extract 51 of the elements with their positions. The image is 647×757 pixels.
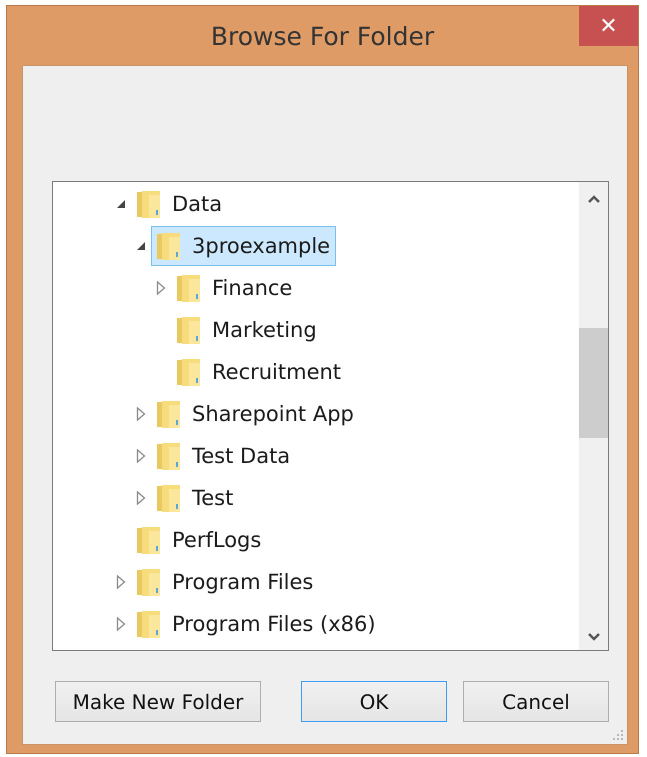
- folder-name: Recruitment: [212, 360, 342, 384]
- collapsed-arrow-icon[interactable]: [116, 575, 126, 589]
- folder-icon: [176, 315, 202, 345]
- folder-name: Program Files: [172, 570, 314, 594]
- tree-item[interactable]: PerfLogs: [131, 520, 268, 560]
- folder-icon: [136, 567, 162, 597]
- folder-name: 3proexample: [192, 234, 330, 258]
- resize-grip-icon[interactable]: [612, 729, 624, 741]
- collapsed-arrow-icon[interactable]: [116, 617, 126, 631]
- collapsed-arrow-icon[interactable]: [136, 491, 146, 505]
- dialog-button[interactable]: Make New Folder: [55, 681, 261, 722]
- tree-item[interactable]: 3proexample: [151, 226, 336, 266]
- tree-item[interactable]: Marketing: [171, 310, 323, 350]
- folder-icon: [156, 399, 182, 429]
- window-title: Browse For Folder: [210, 22, 434, 51]
- tree-item[interactable]: Program Files: [131, 562, 320, 602]
- expanded-arrow-icon[interactable]: [116, 199, 126, 209]
- folder-name: Data: [172, 192, 222, 216]
- folder-name: Test: [192, 486, 234, 510]
- folder-icon: [136, 525, 162, 555]
- tree-item[interactable]: Test: [151, 478, 240, 518]
- folder-icon: [156, 441, 182, 471]
- folder-icon: [136, 189, 162, 219]
- scroll-up-icon[interactable]: [586, 194, 600, 204]
- tree-item[interactable]: Data: [131, 184, 228, 224]
- folder-icon: [136, 609, 162, 639]
- dialog-button[interactable]: Cancel: [463, 681, 609, 722]
- folder-name: Program Files (x86): [172, 612, 376, 636]
- folder-name: Sharepoint App: [192, 402, 354, 426]
- folder-icon: [176, 357, 202, 387]
- folder-name: Finance: [212, 276, 292, 300]
- folder-icon: [176, 273, 202, 303]
- expanded-arrow-icon[interactable]: [136, 241, 146, 251]
- collapsed-arrow-icon[interactable]: [156, 281, 166, 295]
- scroll-thumb[interactable]: [579, 328, 608, 438]
- tree-item[interactable]: Finance: [171, 268, 298, 308]
- tree-item[interactable]: Test Data: [151, 436, 296, 476]
- collapsed-arrow-icon[interactable]: [136, 449, 146, 463]
- dialog-button[interactable]: OK: [301, 681, 447, 722]
- folder-name: Marketing: [212, 318, 317, 342]
- folder-name: PerfLogs: [172, 528, 262, 552]
- scrollbar[interactable]: [579, 182, 608, 650]
- tree-item[interactable]: Sharepoint App: [151, 394, 360, 434]
- scroll-down-icon[interactable]: [586, 632, 600, 642]
- folder-icon: [156, 483, 182, 513]
- tree-item[interactable]: Recruitment: [171, 352, 348, 392]
- folder-name: Test Data: [192, 444, 290, 468]
- tree-item[interactable]: Program Files (x86): [131, 604, 382, 644]
- collapsed-arrow-icon[interactable]: [136, 407, 146, 421]
- folder-icon: [156, 231, 182, 261]
- close-button[interactable]: ✕: [579, 6, 638, 46]
